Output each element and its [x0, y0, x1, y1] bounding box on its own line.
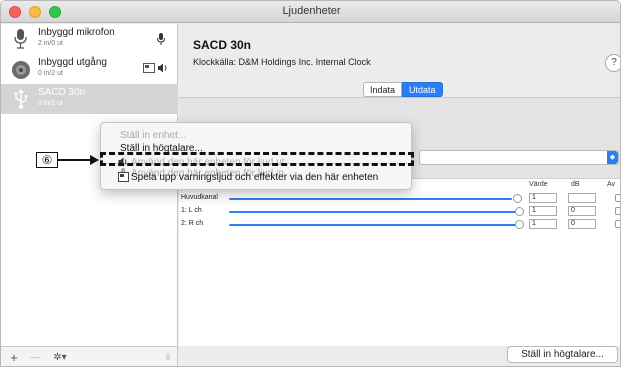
configure-speakers-button[interactable]: Ställ in högtalare... [507, 346, 618, 363]
value-field[interactable]: 1 [529, 219, 557, 229]
db-field[interactable]: 0 [568, 219, 596, 229]
db-field[interactable]: 0 [568, 206, 596, 216]
clock-source-value: D&M Holdings Inc. Internal Clock [238, 57, 371, 67]
column-header-db: dB [571, 181, 580, 188]
menu-item-label: Spela upp varningsljud och effekter via … [131, 172, 379, 183]
volume-slider[interactable] [229, 224, 516, 226]
add-device-button[interactable]: + [7, 350, 21, 365]
volume-slider[interactable] [229, 211, 516, 213]
help-button[interactable]: ? [605, 54, 620, 72]
row-label: 2: R ch [181, 220, 204, 227]
title-bar: Ljudenheter [1, 1, 620, 23]
default-output-speaker-icon [157, 63, 169, 76]
tab-input[interactable]: Indata [363, 82, 403, 97]
volume-slider[interactable] [229, 198, 512, 200]
volume-slider-knob[interactable] [513, 194, 522, 203]
row-label: 1: L ch [181, 207, 202, 214]
format-select[interactable]: ◆ [419, 150, 619, 165]
clock-source: Klockkälla: D&M Holdings Inc. Internal C… [193, 57, 371, 67]
column-header-value: Värde [529, 181, 548, 188]
resize-handle-icon[interactable]: ⫴ [163, 350, 173, 365]
volume-slider-knob[interactable] [515, 207, 524, 216]
device-item-sacd-30n[interactable]: SACD 30n 0 in/2 ut [1, 84, 178, 114]
callout-arrow-head [90, 155, 99, 165]
device-name: Inbyggd mikrofon [38, 27, 115, 38]
device-name: SACD 30n [38, 87, 86, 98]
chevron-updown-icon: ◆ [607, 151, 618, 164]
remove-device-button[interactable]: — [27, 350, 43, 365]
menu-item-configure-device[interactable]: Ställ in enhet... [101, 129, 413, 142]
device-name: Inbyggd utgång [38, 57, 107, 68]
alert-icon [118, 172, 129, 182]
mute-checkbox[interactable] [615, 194, 620, 202]
alert-sound-icon [143, 63, 155, 76]
usb-icon [10, 88, 32, 110]
volume-slider-knob[interactable] [515, 220, 524, 229]
row-label: Huvudkanal [181, 194, 218, 201]
menu-item-label: Ställ in enhet... [120, 130, 187, 141]
db-field[interactable] [568, 193, 596, 203]
audio-devices-window: Ljudenheter Inbyggd mikrofon 2 in/0 ut I… [0, 0, 621, 367]
device-item-builtin-output[interactable]: Inbyggd utgång 0 in/2 ut [1, 54, 178, 84]
callout-arrow [58, 159, 92, 161]
menu-item-play-alerts[interactable]: Spela upp varningsljud och effekter via … [101, 171, 413, 184]
default-input-microphone-icon [156, 33, 166, 48]
device-channels: 2 in/0 ut [38, 40, 63, 47]
device-list-toolbar: + — ✲▾ ⫴ [1, 346, 178, 366]
channel-volume-table: Värde dB Av Huvudkanal 1 1: L ch 1 0 2: … [179, 178, 620, 346]
callout-number: ⑥ [36, 152, 58, 168]
window-title: Ljudenheter [282, 5, 341, 17]
column-header-mute: Av [607, 181, 616, 188]
mute-checkbox[interactable] [615, 207, 620, 215]
io-tabs: Indata Utdata [363, 82, 443, 97]
device-channels: 0 in/2 ut [38, 70, 63, 77]
device-channels: 0 in/2 ut [38, 100, 63, 107]
value-field[interactable]: 1 [529, 193, 557, 203]
gear-menu-button[interactable]: ✲▾ [47, 350, 73, 365]
device-item-builtin-microphone[interactable]: Inbyggd mikrofon 2 in/0 ut [1, 24, 178, 54]
value-field[interactable]: 1 [529, 206, 557, 216]
clock-source-label: Klockkälla: [193, 57, 237, 67]
device-title: SACD 30n [193, 38, 252, 52]
microphone-icon [10, 28, 32, 50]
speaker-device-icon [10, 58, 32, 80]
tab-output[interactable]: Utdata [402, 82, 443, 97]
callout-highlight-box [100, 152, 414, 166]
mute-checkbox[interactable] [615, 220, 620, 228]
